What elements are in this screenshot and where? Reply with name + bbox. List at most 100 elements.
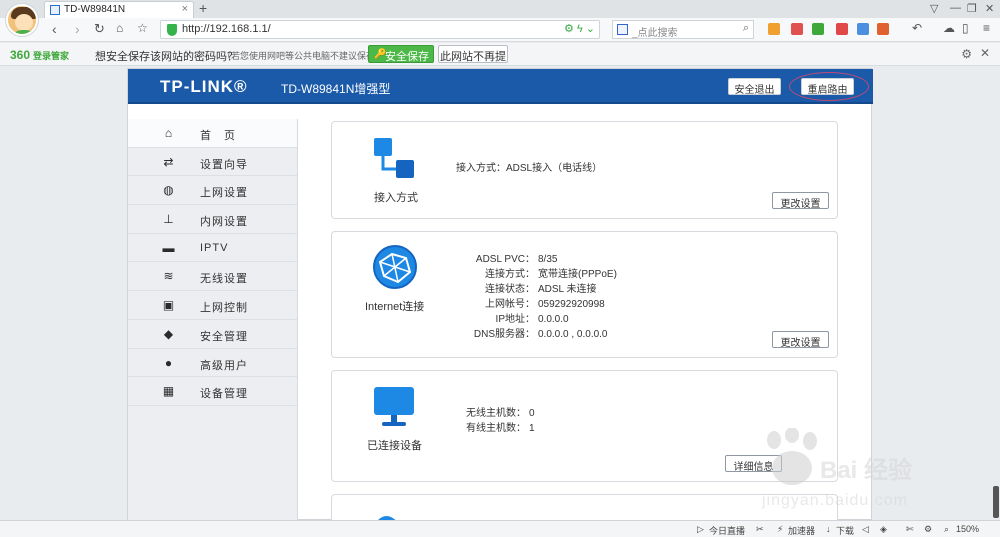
model-title: TD-W89841N增强型 xyxy=(281,82,391,96)
restore-icon[interactable]: ❐ xyxy=(967,2,977,15)
kv-row: IP地址： 0.0.0.0 xyxy=(495,314,569,325)
close-icon[interactable]: ✕ xyxy=(980,46,990,60)
lan-icon: ⊥ xyxy=(163,212,174,227)
menu-icon[interactable]: ≡ xyxy=(983,21,990,35)
minimize-icon[interactable]: — xyxy=(950,2,961,14)
watermark-url: jingyan.baidu.com xyxy=(762,492,908,509)
key-icon: 🔑 xyxy=(374,49,387,60)
gear-icon[interactable]: ⚙ xyxy=(961,47,972,61)
screenshot-icon[interactable] xyxy=(857,23,869,35)
tplink-logo: TP-LINK® xyxy=(160,77,248,96)
devices-caption: 已连接设备 xyxy=(367,440,422,452)
close-window-icon[interactable]: ✕ xyxy=(985,2,994,15)
sidebar-item-iptv[interactable]: ▬ IPTV xyxy=(128,234,297,263)
tv-icon: ▬ xyxy=(162,240,175,255)
sidebar-item-wizard[interactable]: ⇄ 设置向导 xyxy=(128,148,297,177)
phone-icon[interactable]: ▯ xyxy=(962,21,969,35)
sidebar-item-wireless[interactable]: ≋ 无线设置 xyxy=(128,262,297,292)
settings-icon[interactable]: ⚙ xyxy=(924,524,932,535)
kv-row: 连接方式： 宽带连接(PPPoE) xyxy=(485,269,617,280)
browser-tabbar: TD-W89841N × + ▽ — ❐ ✕ xyxy=(0,0,1000,18)
url-actions-icon[interactable]: ⚙ ϟ ⌄ xyxy=(564,22,595,35)
status-bar: ▷ 今日直播 ✂ ⚡ 加速器 ↓ 下载 ◁ ◈ ✄ ⚙ ⌕ 150% xyxy=(0,520,1000,537)
sidebar-item-lan[interactable]: ⊥ 内网设置 xyxy=(128,205,297,234)
sidebar-item-device-management[interactable]: ▦ 设备管理 xyxy=(128,377,297,406)
search-input[interactable]: _点此搜索 ⌕ xyxy=(612,20,754,39)
cut-icon[interactable]: ✄ xyxy=(906,524,914,535)
accelerator-icon[interactable]: ⚡ xyxy=(777,524,783,535)
change-internet-button[interactable]: 更改设置 xyxy=(772,331,829,349)
tab-favicon-icon xyxy=(50,5,60,15)
live-link[interactable]: 今日直播 xyxy=(709,524,745,537)
translate-icon[interactable] xyxy=(791,23,803,35)
url-field[interactable]: http://192.168.1.1/ ⚙ ϟ ⌄ xyxy=(160,20,600,39)
home-icon[interactable]: ⌂ xyxy=(116,21,123,35)
tools-icon[interactable] xyxy=(877,23,889,35)
monitor-icon xyxy=(374,387,414,426)
scissors-icon[interactable]: ✂ xyxy=(756,524,764,535)
save-password-button[interactable]: 🔑 安全保存 xyxy=(368,45,434,63)
zoom-level[interactable]: 150% xyxy=(956,524,979,534)
tab-close-icon[interactable]: × xyxy=(182,3,188,15)
download-link[interactable]: 下载 xyxy=(836,524,854,537)
forward-icon[interactable]: › xyxy=(75,21,80,37)
sidebar-item-home[interactable]: ⌂ 首 页 xyxy=(128,119,297,148)
search-engine-icon[interactable] xyxy=(617,24,628,35)
user-avatar[interactable] xyxy=(6,4,38,36)
grid-icon: ▦ xyxy=(162,384,175,399)
change-access-button[interactable]: 更改设置 xyxy=(772,192,829,210)
globe-icon xyxy=(373,245,417,289)
kv-row: ADSL PVC： 8/35 xyxy=(475,254,558,265)
sidebar: ⌂ 首 页 ⇄ 设置向导 ◍ 上网设置 ⊥ 内网设置 ▬ IPTV ≋ 无线设置 xyxy=(128,119,298,520)
password-note: （若您使用网吧等公共电脑不建议保存） xyxy=(222,51,385,61)
access-method-card: 接入方式 接入方式：ADSL接入（电话线） 更改设置 xyxy=(331,121,838,219)
apps-icon[interactable] xyxy=(768,23,780,35)
kv-row: 上网帐号： 059292920998 xyxy=(485,299,605,310)
arrows-icon: ⇄ xyxy=(163,154,174,169)
logo-360: 360 登录管家 xyxy=(10,48,70,62)
watermark-text: Bai 经验 xyxy=(820,457,913,484)
wifi-icon: ≋ xyxy=(163,269,174,284)
user-icon: ● xyxy=(164,355,173,370)
lock-icon: ▣ xyxy=(162,298,175,313)
adblock-icon[interactable] xyxy=(836,23,848,35)
sidebar-item-access-control[interactable]: ▣ 上网控制 xyxy=(128,291,297,320)
kv-row: DNS服务器： 0.0.0.0 , 0.0.0.0 xyxy=(473,329,608,340)
secure-shield-icon xyxy=(167,24,177,36)
new-tab-icon[interactable]: + xyxy=(199,0,207,16)
never-remind-button[interactable]: 此网站不再提示 xyxy=(438,45,508,79)
cloud-icon[interactable]: ☁ xyxy=(943,21,955,35)
internet-caption: Internet连接 xyxy=(365,301,425,313)
kv-row: 连接状态： ADSL 未连接 xyxy=(485,284,597,295)
live-icon[interactable]: ▷ xyxy=(697,524,704,535)
back-icon[interactable]: ‹ xyxy=(52,21,57,37)
search-placeholder: _点此搜索 xyxy=(632,28,678,39)
reload-icon[interactable]: ↻ xyxy=(94,21,105,37)
zoom-icon[interactable]: ⌕ xyxy=(944,524,949,535)
paw-icon xyxy=(767,428,817,485)
sidebar-item-security[interactable]: ◆ 安全管理 xyxy=(128,320,297,349)
security-icon[interactable] xyxy=(812,23,824,35)
page-scrollbar[interactable] xyxy=(993,486,999,518)
skin-icon[interactable]: ▽ xyxy=(930,2,938,15)
accelerator-link[interactable]: 加速器 xyxy=(788,524,815,537)
password-question: 想安全保存该网站的密码吗？ xyxy=(95,51,238,63)
shield-status-icon[interactable]: ◈ xyxy=(880,524,887,535)
internet-card: Internet连接 ADSL PVC： 8/35 连接方式： 宽带连接(PPPoE… xyxy=(331,231,838,358)
sound-icon[interactable]: ◁ xyxy=(862,524,869,535)
shield-icon: ◆ xyxy=(163,326,174,341)
access-caption: 接入方式 xyxy=(374,192,418,204)
kv-row: 无线主机数： 0 xyxy=(466,408,535,419)
sidebar-item-advanced-user[interactable]: ● 高级用户 xyxy=(128,349,297,378)
logout-button[interactable]: 安全退出 xyxy=(728,78,781,96)
favorite-icon[interactable]: ☆ xyxy=(137,21,148,35)
sidebar-item-internet[interactable]: ◍ 上网设置 xyxy=(128,176,297,206)
download-icon[interactable]: ↓ xyxy=(826,524,831,534)
kv-row: 有线主机数： 1 xyxy=(466,423,535,434)
search-icon[interactable]: ⌕ xyxy=(743,22,749,35)
browser-tab[interactable]: TD-W89841N × xyxy=(44,1,194,18)
avatar-face xyxy=(15,14,33,31)
highlight-circle xyxy=(789,72,869,101)
undo-icon[interactable]: ↶ xyxy=(912,21,922,35)
home-icon: ⌂ xyxy=(164,126,173,140)
